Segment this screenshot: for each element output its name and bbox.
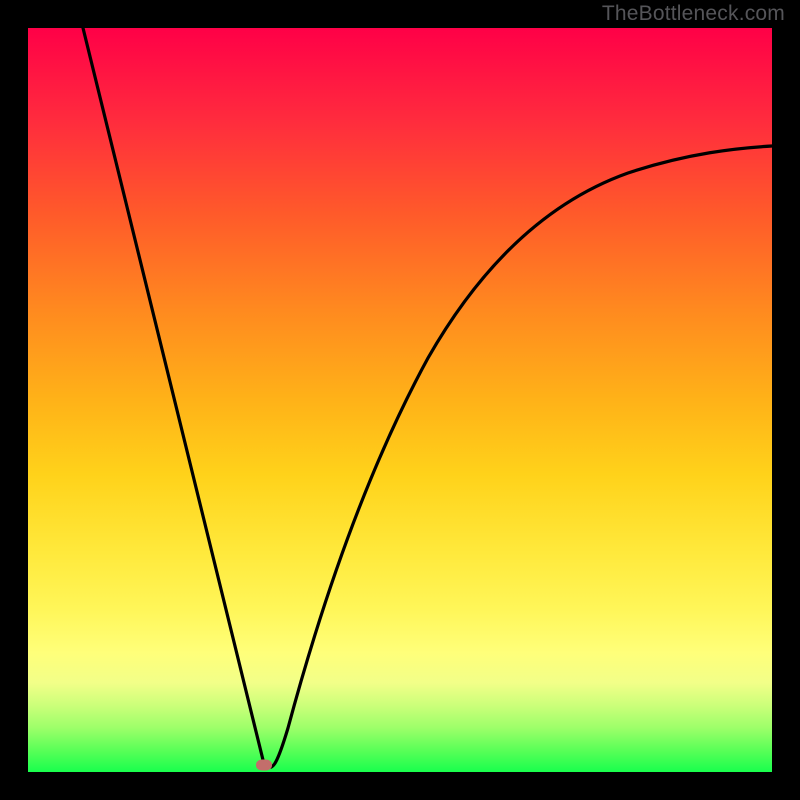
bottleneck-curve — [83, 28, 772, 767]
minimum-marker — [256, 760, 272, 771]
watermark-text: TheBottleneck.com — [602, 2, 785, 26]
curve-layer — [28, 28, 772, 772]
chart-frame: TheBottleneck.com — [0, 0, 800, 800]
plot-area — [28, 28, 772, 772]
